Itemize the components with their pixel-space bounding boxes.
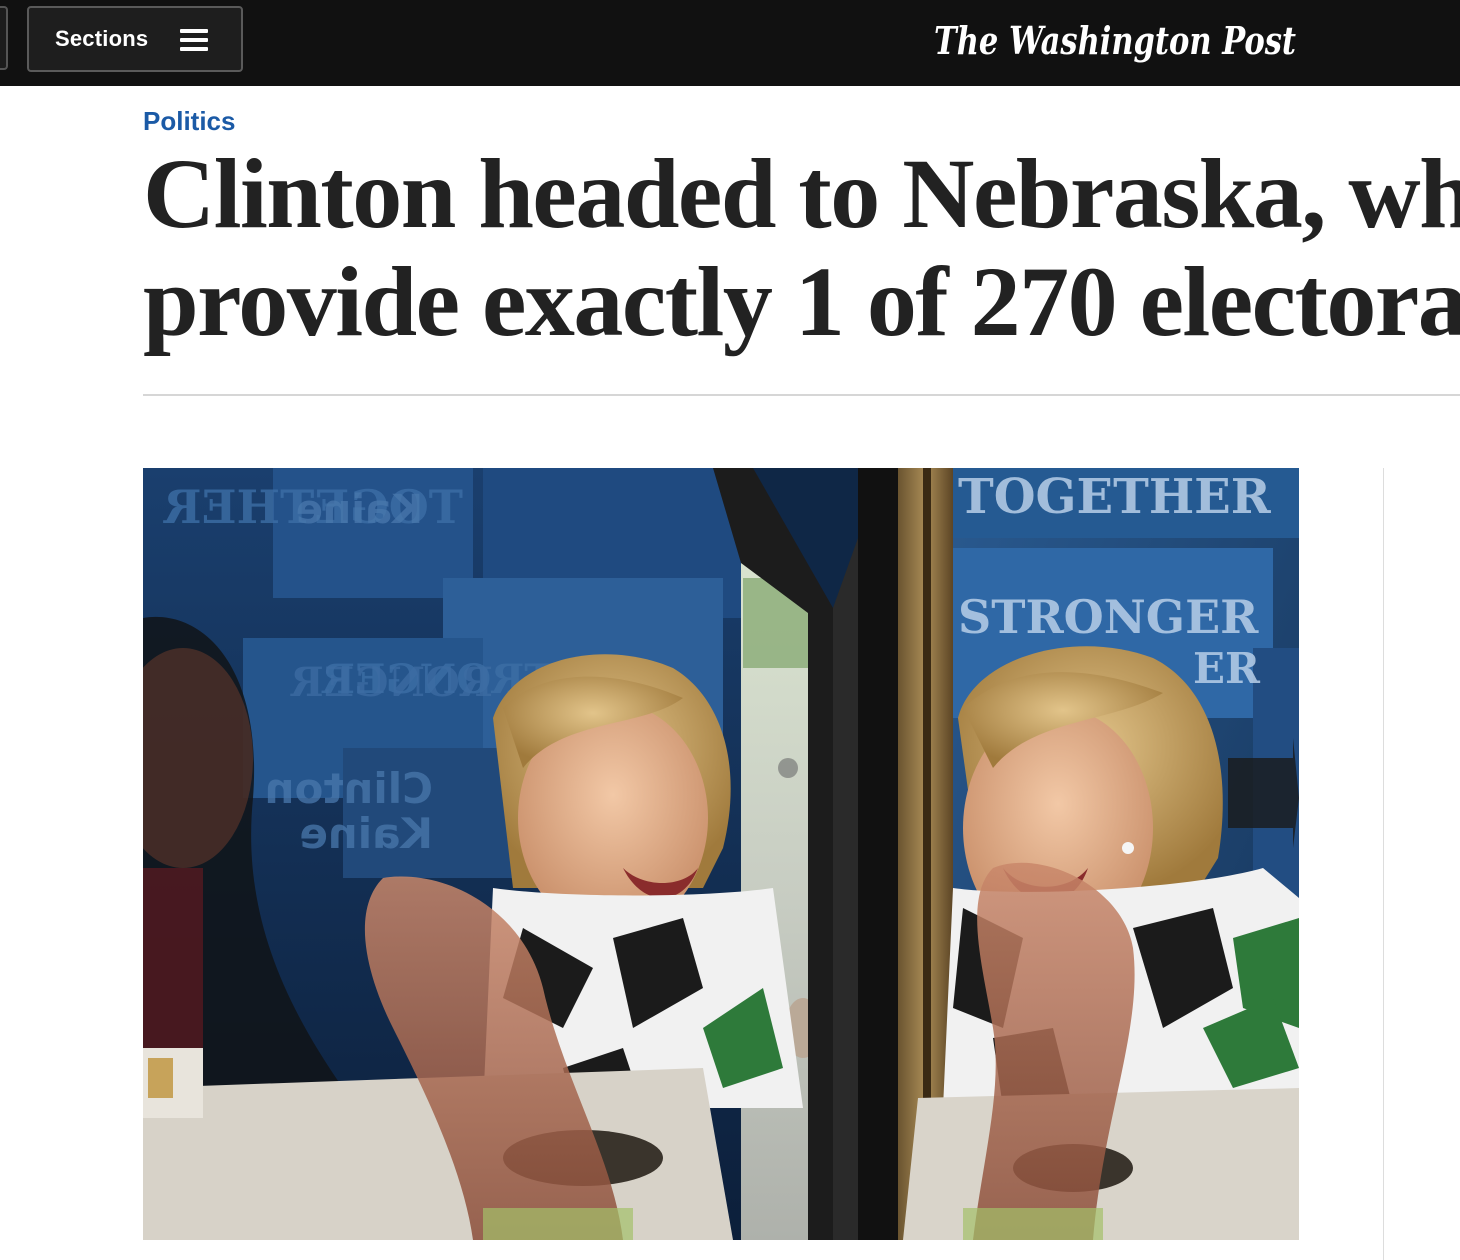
top-navigation-bar: Sections The Washington Post (0, 0, 1460, 86)
partial-nav-button[interactable] (0, 6, 8, 70)
sign-stronger: STRONGER (958, 590, 1259, 644)
sign-clinton-mirrored: Clinton (265, 764, 433, 813)
sign-kaine-mirrored: Kaine (296, 487, 423, 533)
lead-photo-illustration: TOGETHER STRONGER Kaine Clinton Kaine RO… (143, 468, 1299, 1240)
sign-stronger-mirrored-2: RONGER (290, 659, 493, 706)
headline-line-2: provide exactly 1 of 270 electora (143, 246, 1460, 357)
washington-post-logo[interactable]: The Washington Post (934, 12, 1300, 70)
logo-wordmark: The Washington Post (934, 18, 1296, 63)
lead-photo[interactable]: TOGETHER STRONGER Kaine Clinton Kaine RO… (143, 468, 1299, 1240)
sign-er: ER (1193, 644, 1261, 693)
logo-text: The Washington Post (934, 18, 1296, 63)
article-headline: Clinton headed to Nebraska, wh provide e… (143, 140, 1460, 356)
headline-line-1: Clinton headed to Nebraska, wh (143, 138, 1460, 249)
headline-divider (143, 394, 1460, 396)
hamburger-icon (180, 28, 208, 52)
sign-together: TOGETHER (958, 469, 1272, 525)
section-link-politics[interactable]: Politics (143, 106, 235, 137)
sections-label: Sections (55, 26, 149, 51)
sections-menu-button[interactable]: Sections (27, 6, 243, 72)
sign-kaine-mirrored-2: Kaine (299, 809, 433, 858)
sidebar-divider (1383, 468, 1384, 1260)
